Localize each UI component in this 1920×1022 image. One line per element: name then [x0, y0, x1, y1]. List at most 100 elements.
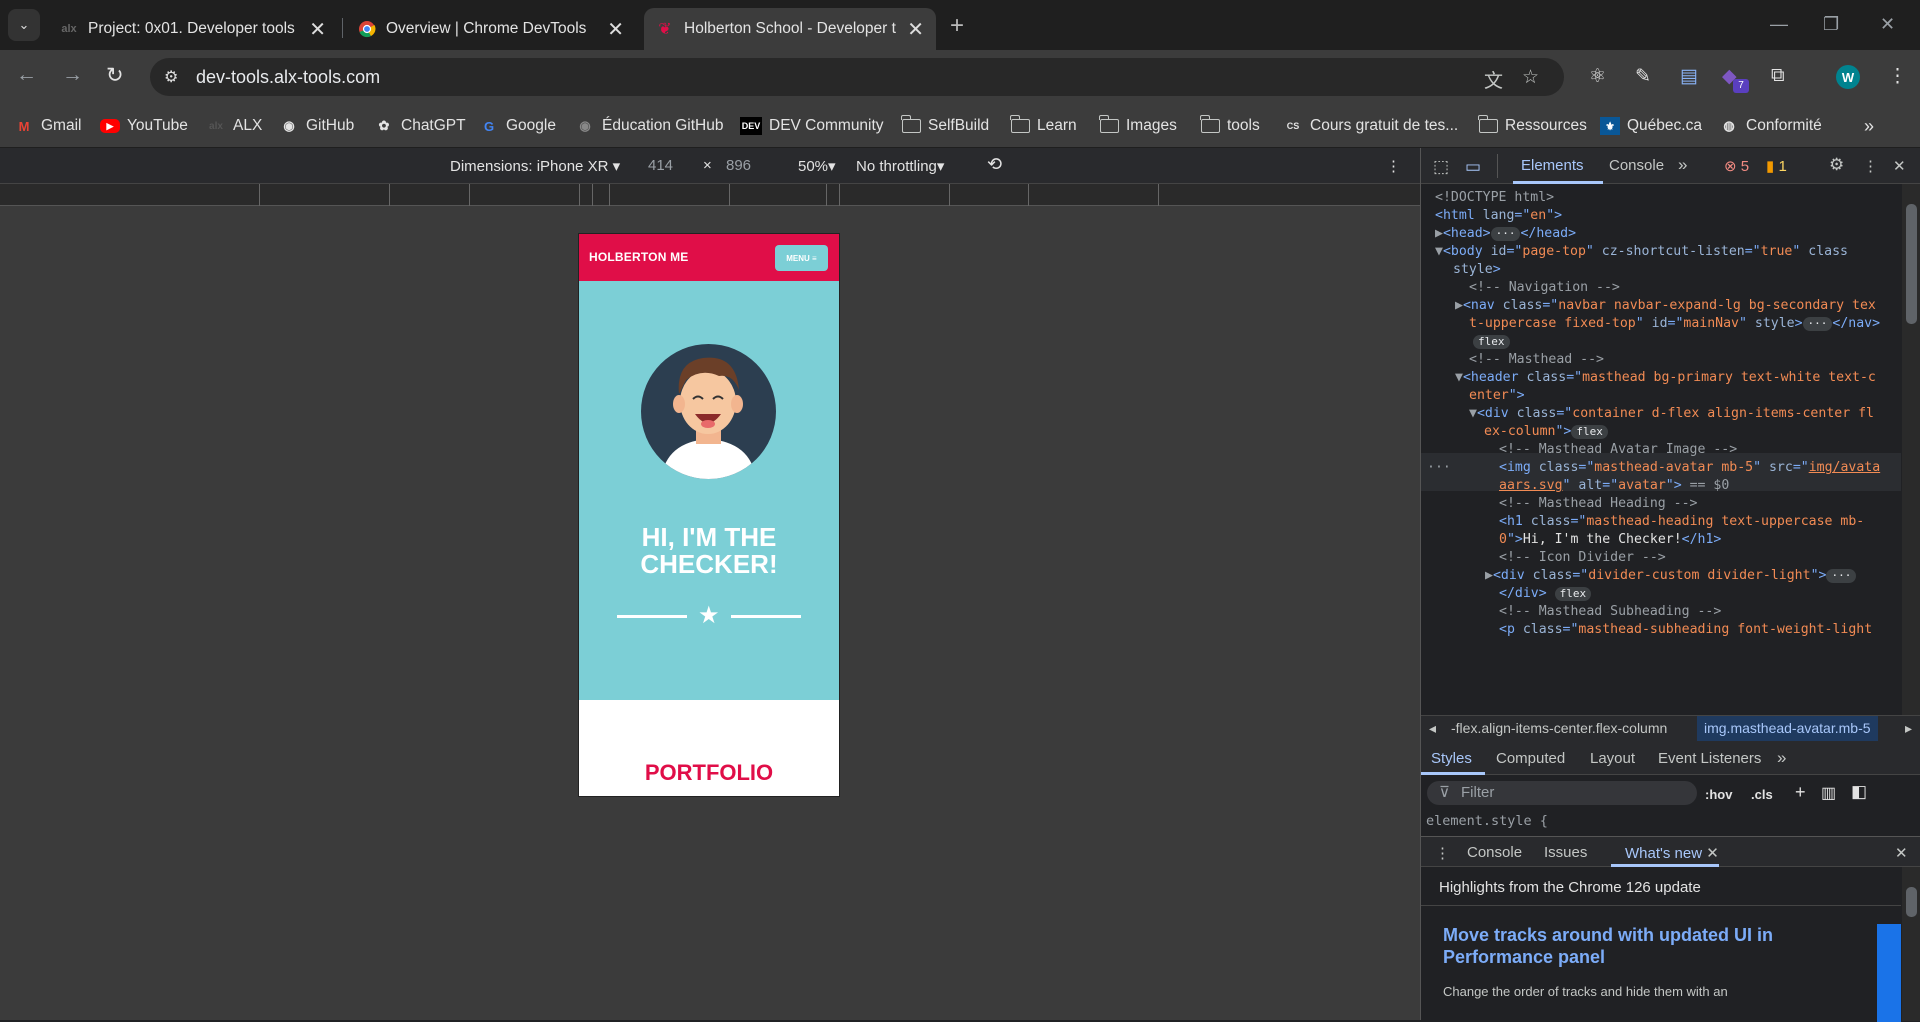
tab-styles[interactable]: Styles: [1431, 750, 1472, 767]
filter-placeholder: Filter: [1461, 784, 1495, 801]
address-bar[interactable]: ⚙ dev-tools.alx-tools.com 文 ☆: [150, 58, 1564, 96]
tab-event-listeners[interactable]: Event Listeners: [1658, 750, 1761, 767]
bookmark-tools[interactable]: tools: [1199, 114, 1260, 138]
close-window-icon[interactable]: ✕: [1880, 14, 1895, 35]
extensions-puzzle-icon[interactable]: ⧉: [1771, 65, 1785, 87]
more-tabs-icon[interactable]: »: [1678, 155, 1687, 175]
drawer-scrollbar[interactable]: [1902, 867, 1920, 1021]
drawer-menu-icon[interactable]: ⋮: [1435, 844, 1450, 862]
close-drawer-icon[interactable]: ✕: [1895, 844, 1908, 862]
react-devtools-icon[interactable]: ⚛: [1589, 65, 1606, 88]
whats-new-card[interactable]: Move tracks around with updated UI in Pe…: [1421, 905, 1901, 1022]
errors-badge[interactable]: ⊗ 5: [1724, 157, 1749, 175]
drawer-tab-whats-new[interactable]: What's new ✕: [1625, 844, 1719, 862]
close-icon[interactable]: ✕: [1706, 845, 1719, 862]
forward-icon[interactable]: →: [62, 63, 83, 87]
device-width-input[interactable]: 414: [648, 157, 673, 174]
crumb-scroll-left-icon[interactable]: ◂: [1429, 720, 1436, 737]
more-options-icon[interactable]: ⋮: [1386, 157, 1401, 175]
element-style-rule[interactable]: element.style {: [1421, 809, 1920, 831]
caret-down-icon: ▾: [612, 158, 621, 175]
bookmark-chatgpt[interactable]: ✿ ChatGPT: [374, 114, 466, 138]
tab-console[interactable]: Console: [1609, 157, 1664, 174]
reload-icon[interactable]: ↻: [106, 63, 124, 88]
translate-icon[interactable]: 文: [1484, 66, 1503, 93]
bookmark-conformite[interactable]: ◍ Conformité: [1719, 114, 1821, 138]
star-icon[interactable]: ☆: [1522, 66, 1539, 89]
drawer-tab-console[interactable]: Console: [1467, 844, 1522, 861]
menu-kebab-icon[interactable]: ⋮: [1888, 65, 1907, 88]
site-info-icon[interactable]: ⚙: [164, 67, 178, 87]
bookmark-quebec[interactable]: ⚜ Québec.ca: [1600, 114, 1702, 138]
devtools-menu-icon[interactable]: ⋮: [1863, 157, 1878, 175]
throttling-select[interactable]: No throttling▾: [856, 157, 944, 175]
url-text[interactable]: dev-tools.alx-tools.com: [196, 67, 380, 88]
bookmark-github[interactable]: ◉ GitHub: [279, 114, 354, 138]
drawer-tab-issues[interactable]: Issues: [1544, 844, 1587, 861]
minimize-icon[interactable]: —: [1770, 14, 1788, 35]
site-brand-link[interactable]: HOLBERTON ME: [589, 250, 689, 264]
tab-devtools-overview[interactable]: Overview | Chrome DevTools ✕: [346, 8, 636, 50]
bookmark-dev-community[interactable]: DEV DEV Community: [740, 114, 884, 138]
device-dimensions-select[interactable]: Dimensions: iPhone XR ▾: [450, 157, 620, 175]
dom-tree-scrollbar[interactable]: [1902, 184, 1920, 715]
scrollbar-thumb[interactable]: [1906, 204, 1917, 324]
tab-holberton[interactable]: ❦ Holberton School - Developer t ✕: [644, 8, 936, 50]
close-icon[interactable]: ✕: [607, 17, 624, 42]
cls-toggle[interactable]: .cls: [1751, 787, 1773, 802]
bookmark-google[interactable]: G Google: [479, 114, 556, 138]
device-height-input[interactable]: 896: [726, 157, 751, 174]
bookmark-gmail[interactable]: M Gmail: [14, 114, 82, 138]
device-screen[interactable]: HOLBERTON ME MENU ≡ HI, I'M THE CHECKER!…: [579, 234, 839, 796]
new-tab-button[interactable]: +: [950, 12, 964, 40]
whats-new-title[interactable]: Move tracks around with updated UI in Pe…: [1443, 924, 1813, 968]
device-toggle-icon[interactable]: ▭: [1465, 157, 1481, 177]
tab-search-button[interactable]: ⌄: [8, 9, 40, 41]
sidebar-toggle-icon[interactable]: ◧: [1851, 782, 1867, 802]
new-rule-icon[interactable]: +: [1795, 782, 1806, 803]
inspect-icon[interactable]: ⬚: [1433, 157, 1449, 177]
bookmark-alx[interactable]: alx ALX: [206, 114, 262, 138]
tab-computed[interactable]: Computed: [1496, 750, 1565, 767]
settings-gear-icon[interactable]: ⚙: [1829, 155, 1844, 175]
rotate-icon[interactable]: ⟲: [987, 154, 1002, 175]
bookmark-education-github[interactable]: ◉ Éducation GitHub: [575, 114, 723, 138]
tab-elements[interactable]: Elements: [1521, 157, 1584, 174]
restore-icon[interactable]: ❐: [1823, 14, 1839, 35]
bookmark-cours-gratuit[interactable]: CS Cours gratuit de tes...: [1283, 114, 1458, 138]
eyedropper-icon[interactable]: ✎: [1635, 65, 1651, 88]
profile-avatar[interactable]: W: [1836, 65, 1860, 89]
styles-filter-input[interactable]: ⊽ Filter: [1427, 781, 1697, 805]
site-menu-button[interactable]: MENU ≡: [775, 245, 828, 271]
crumb-scroll-right-icon[interactable]: ▸: [1905, 720, 1912, 737]
tab-layout[interactable]: Layout: [1590, 750, 1635, 767]
elements-dom-tree[interactable]: <!DOCTYPE html> <html lang="en"> ▶<head>…: [1421, 184, 1901, 715]
more-bookmarks-icon[interactable]: »: [1864, 114, 1874, 138]
close-icon[interactable]: ✕: [907, 17, 924, 42]
tab-title: Holberton School - Developer t: [684, 20, 896, 37]
bookmark-selfbuild[interactable]: SelfBuild: [900, 114, 989, 138]
bookmark-label: Images: [1126, 117, 1177, 134]
warnings-badge[interactable]: ▮ 1: [1766, 157, 1787, 175]
back-icon[interactable]: ←: [16, 63, 37, 87]
close-devtools-icon[interactable]: ✕: [1893, 157, 1906, 175]
media-query-ruler[interactable]: [0, 184, 1420, 206]
docs-extension-icon[interactable]: ▤: [1680, 65, 1698, 88]
bookmark-label: tools: [1227, 117, 1260, 134]
zoom-select[interactable]: 50%▾: [798, 157, 836, 175]
close-icon[interactable]: ✕: [309, 17, 326, 42]
breadcrumb-item[interactable]: -flex.align-items-center.flex-column: [1451, 720, 1667, 736]
bookmark-label: Cours gratuit de tes...: [1310, 117, 1459, 134]
scrollbar-thumb[interactable]: [1906, 887, 1917, 917]
more-tabs-icon[interactable]: »: [1777, 748, 1786, 768]
alx-icon: alx: [209, 120, 223, 132]
breadcrumb-item-selected[interactable]: img.masthead-avatar.mb-5: [1697, 716, 1878, 742]
hov-toggle[interactable]: :hov: [1705, 787, 1732, 802]
bookmark-learn[interactable]: Learn: [1009, 114, 1077, 138]
tab-project[interactable]: alx Project: 0x01. Developer tools | ✕: [48, 8, 338, 50]
bookmark-youtube[interactable]: ▶ YouTube: [100, 114, 188, 138]
bookmark-images[interactable]: Images: [1098, 114, 1177, 138]
page-viewport: Dimensions: iPhone XR ▾ 414 × 896 50%▾ N…: [0, 148, 1420, 1020]
bookmark-ressources[interactable]: Ressources: [1477, 114, 1587, 138]
paint-icon[interactable]: ▥: [1821, 783, 1836, 803]
